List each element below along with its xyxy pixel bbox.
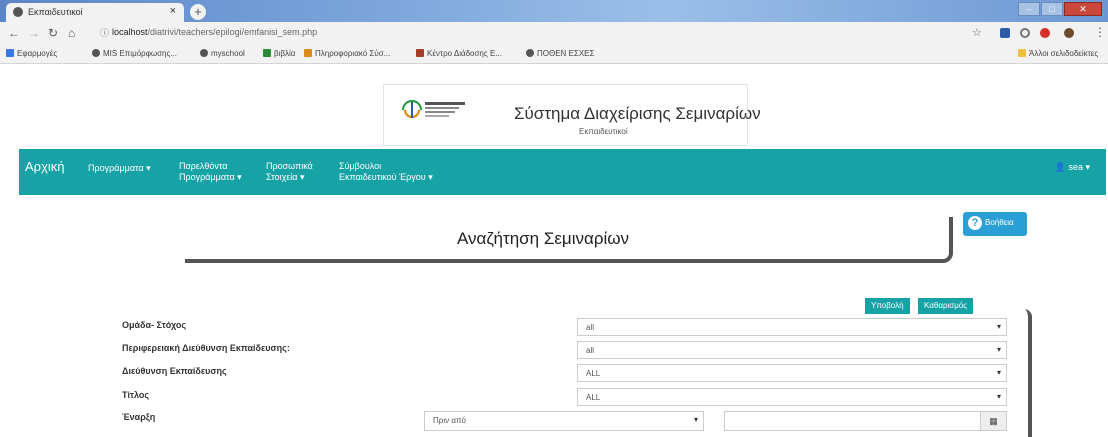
submit-button[interactable]: Υποβολή: [865, 298, 910, 314]
site-title: Σύστημα Διαχείρισης Σεμιναρίων: [514, 104, 761, 123]
nav-user-menu[interactable]: 👤 sea ▾: [1055, 162, 1090, 173]
new-tab-button[interactable]: +: [190, 4, 206, 20]
ministry-logo: [399, 97, 471, 123]
extension-icon[interactable]: [1000, 28, 1010, 38]
title-select[interactable]: ALL ▾: [577, 388, 1007, 406]
apps-icon: [6, 49, 14, 57]
start-label: Έναρξη: [122, 412, 156, 422]
chevron-down-icon: ▾: [996, 392, 1001, 401]
nav-programs[interactable]: Προγράμματα ▾: [88, 163, 151, 174]
clear-button[interactable]: Καθαρισμός: [918, 298, 974, 314]
site-header: Σύστημα Διαχείρισης Σεμιναρίων Εκπαιδευτ…: [383, 84, 761, 146]
user-icon: 👤: [1054, 162, 1066, 172]
bookmarks-bar: Εφαρμογές MIS Επιμόρφωσης... myschool βι…: [0, 44, 1108, 64]
window-controls: – □ ✕: [1017, 2, 1102, 16]
close-window-icon[interactable]: ✕: [1064, 2, 1102, 16]
calendar-icon[interactable]: ▦: [980, 412, 1006, 430]
bookmark-myschool[interactable]: myschool: [200, 49, 245, 58]
regional-directorate-select[interactable]: all ▾: [577, 341, 1007, 359]
minimize-icon[interactable]: –: [1018, 2, 1040, 16]
help-button[interactable]: ? Βοήθεια: [963, 212, 1027, 236]
url-host: localhost: [112, 27, 148, 37]
page-title: Αναζήτηση Σεμιναρίων: [457, 229, 630, 248]
maximize-icon[interactable]: □: [1041, 2, 1063, 16]
profile-avatar[interactable]: [1064, 28, 1074, 38]
bookmark-mis[interactable]: MIS Επιμόρφωσης...: [92, 49, 177, 58]
start-date-input[interactable]: ▦: [724, 411, 1007, 431]
reload-icon[interactable]: ↻: [48, 26, 58, 40]
main-navbar: Αρχική Προγράμματα ▾ Παρελθόντα Προγράμμ…: [19, 149, 1106, 195]
folder-icon: [1018, 49, 1026, 57]
extension-icon[interactable]: [1040, 28, 1050, 38]
nav-advisors[interactable]: Σύμβουλοι Εκπαιδευτικού Έργου ▾: [339, 161, 433, 183]
start-before-select[interactable]: Πριν από ▾: [424, 411, 704, 431]
home-icon[interactable]: ⌂: [68, 26, 75, 40]
title-label: Τίτλος: [122, 390, 150, 400]
other-bookmarks[interactable]: Άλλοι σελιδοδείκτες: [1018, 49, 1098, 58]
extension-icon[interactable]: [1020, 28, 1030, 38]
bookmark-info-system[interactable]: Πληροφοριακό Σύσ...: [304, 49, 390, 58]
bookmark-pothen[interactable]: ΠΟΘΕΝ ΕΣΧΕΣ: [526, 49, 594, 58]
back-icon[interactable]: ←: [8, 26, 20, 40]
globe-icon: [92, 49, 100, 57]
book-icon: [263, 49, 271, 57]
bookmark-star-icon[interactable]: ☆: [972, 26, 982, 39]
search-title-panel: Αναζήτηση Σεμιναρίων: [185, 217, 953, 263]
site-subtitle: Εκπαιδευτικοί: [579, 127, 628, 136]
url-path: /diatrivi/teachers/epilogi/emfanisi_sem.…: [147, 27, 318, 37]
info-icon[interactable]: ⓘ: [100, 26, 109, 39]
question-icon: ?: [968, 216, 982, 230]
browser-titlebar: Εκπαιδευτικοί × + – □ ✕: [0, 0, 1108, 22]
chevron-down-icon: ▾: [996, 368, 1001, 377]
menu-icon[interactable]: ⋮: [1094, 25, 1106, 39]
address-bar: ← → ↻ ⌂ ⓘ localhost/diatrivi/teachers/ep…: [0, 22, 1108, 44]
bookmark-books[interactable]: βιβλία: [263, 49, 295, 58]
tab-title: Εκπαιδευτικοί: [28, 7, 83, 17]
browser-tab[interactable]: Εκπαιδευτικοί ×: [6, 3, 184, 22]
directorate-select[interactable]: ALL ▾: [577, 364, 1007, 382]
nav-past-programs[interactable]: Παρελθόντα Προγράμματα ▾: [179, 161, 242, 183]
beta-icon: [304, 49, 312, 57]
target-group-label: Ομάδα- Στόχος: [122, 320, 186, 330]
bookmark-center[interactable]: Κέντρο Διάδοσης Ε...: [416, 49, 502, 58]
center-icon: [416, 49, 424, 57]
target-group-select[interactable]: all ▾: [577, 318, 1007, 336]
globe-icon: [200, 49, 208, 57]
nav-home[interactable]: Αρχική: [25, 160, 65, 173]
chevron-down-icon: ▾: [996, 322, 1001, 331]
chevron-down-icon: ▾: [693, 415, 698, 424]
nav-personal-info[interactable]: Προσωπικά Στοιχεία ▾: [266, 161, 313, 183]
directorate-label: Διεύθυνση Εκπαίδευσης: [122, 366, 227, 376]
forward-icon[interactable]: →: [28, 26, 40, 40]
globe-icon: [526, 49, 534, 57]
globe-icon: [13, 7, 23, 17]
bookmark-apps[interactable]: Εφαρμογές: [6, 49, 57, 58]
regional-directorate-label: Περιφερειακή Διεύθυνση Εκπαίδευσης:: [122, 343, 290, 353]
close-tab-icon[interactable]: ×: [170, 5, 176, 17]
url-input[interactable]: ⓘ localhost/diatrivi/teachers/epilogi/em…: [98, 25, 1010, 41]
chevron-down-icon: ▾: [996, 345, 1001, 354]
